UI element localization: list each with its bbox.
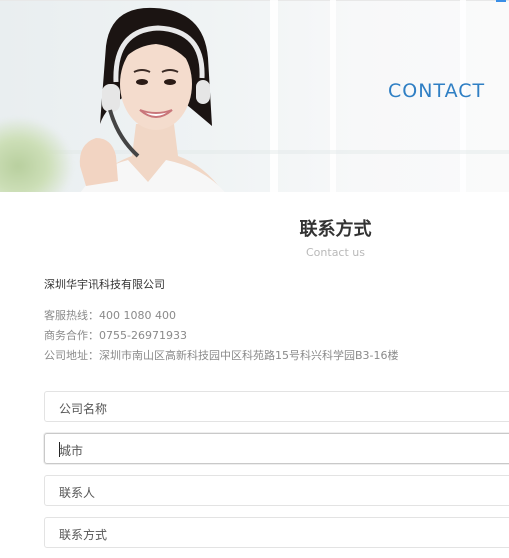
company-name: 深圳华宇讯科技有限公司 bbox=[44, 278, 165, 291]
top-accent-bar bbox=[496, 0, 506, 2]
hotline-row: 客服热线：400 1080 400 bbox=[44, 307, 176, 323]
address-value: 深圳市南山区高新科技园中区科苑路15号科兴科学园B3-16楼 bbox=[99, 349, 399, 362]
headset-icon bbox=[102, 84, 120, 112]
customer-service-agent-image bbox=[79, 7, 225, 192]
section-subheading: Contact us bbox=[306, 246, 365, 259]
contact-method-placeholder: 联系方式 bbox=[59, 528, 108, 542]
section-heading: 联系方式 bbox=[299, 219, 372, 240]
hotline-label: 客服热线： bbox=[44, 309, 99, 322]
contact-person-placeholder: 联系人 bbox=[59, 486, 96, 500]
banner: CONTACT bbox=[0, 0, 509, 192]
company-name-placeholder: 公司名称 bbox=[59, 402, 108, 416]
business-label: 商务合作： bbox=[44, 329, 99, 342]
city-placeholder: 城市 bbox=[59, 444, 84, 458]
plant-decoration bbox=[0, 118, 72, 192]
banner-title: CONTACT bbox=[388, 80, 486, 102]
business-value: 0755-26971933 bbox=[99, 329, 187, 342]
business-row: 商务合作：0755-26971933 bbox=[44, 327, 187, 343]
address-label: 公司地址： bbox=[44, 349, 99, 362]
window-frame bbox=[330, 0, 336, 192]
company-name-input[interactable]: 公司名称 bbox=[44, 391, 509, 422]
window-frame bbox=[270, 0, 278, 192]
hotline-value: 400 1080 400 bbox=[99, 309, 176, 322]
contact-method-input[interactable]: 联系方式 bbox=[44, 517, 509, 548]
address-row: 公司地址：深圳市南山区高新科技园中区科苑路15号科兴科学园B3-16楼 bbox=[44, 347, 399, 363]
city-input[interactable]: 城市 bbox=[44, 433, 509, 464]
top-divider bbox=[0, 0, 509, 1]
contact-person-input[interactable]: 联系人 bbox=[44, 475, 509, 506]
